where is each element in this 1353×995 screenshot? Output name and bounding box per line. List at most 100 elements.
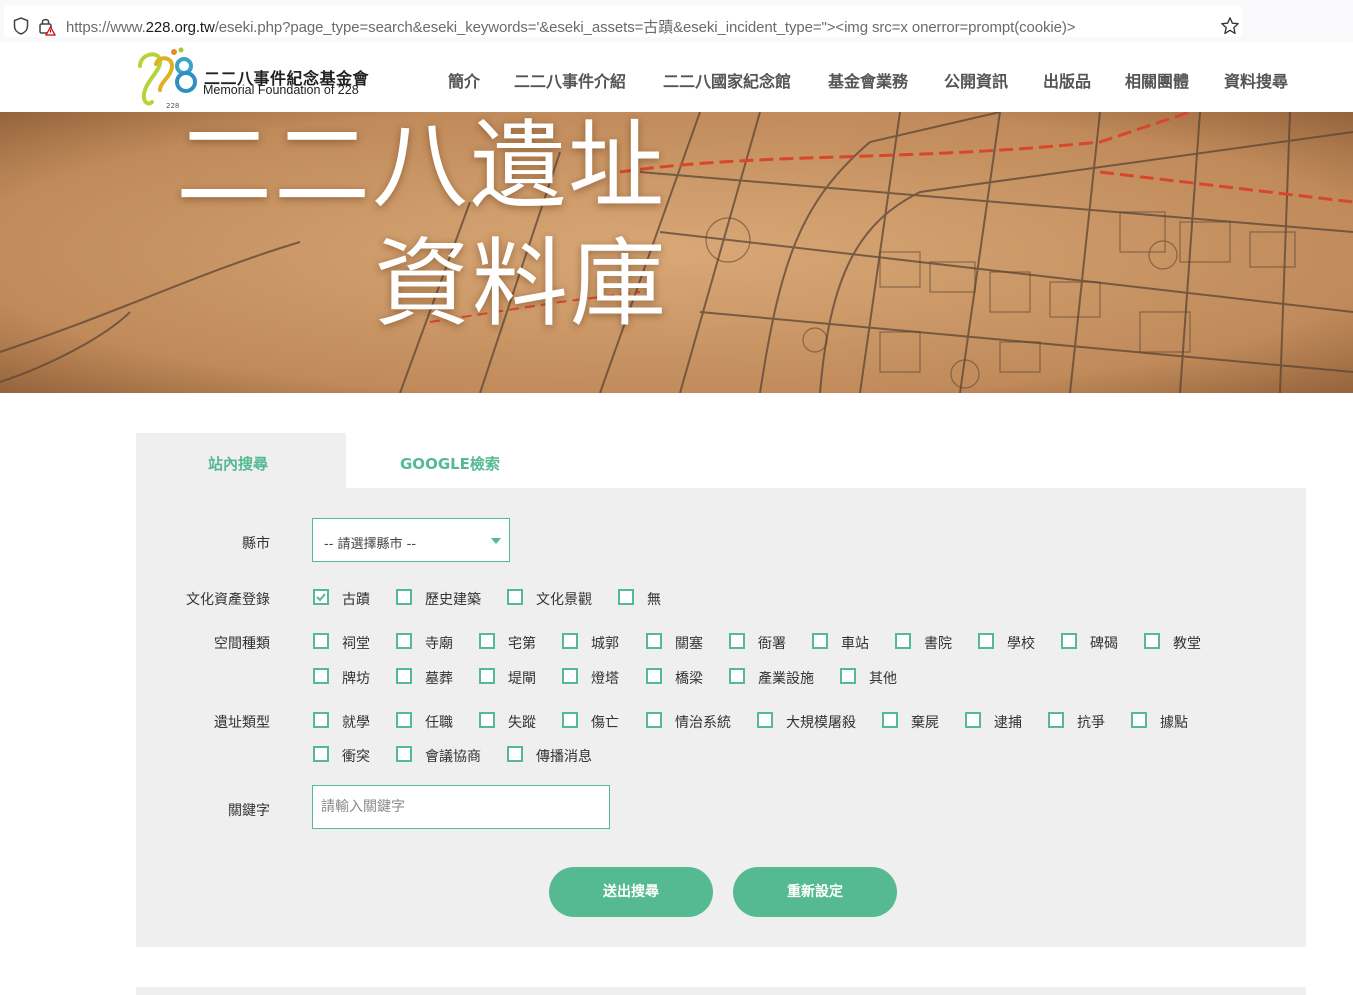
- checkbox-label: 宅第: [508, 636, 536, 652]
- checkbox-label: 燈塔: [591, 671, 619, 687]
- banner-title-line1: 二二八遺址: [176, 110, 666, 222]
- checkbox-label: 衝突: [342, 749, 370, 765]
- checkbox-site-11[interactable]: [396, 746, 412, 762]
- checkbox-space-5[interactable]: [729, 633, 745, 649]
- checkbox-space-8[interactable]: [978, 633, 994, 649]
- checkbox-space-2[interactable]: [479, 633, 495, 649]
- checkbox-label: 就學: [342, 715, 370, 731]
- checkbox-label: 車站: [841, 636, 869, 652]
- checkbox-label: 墓葬: [425, 671, 453, 687]
- checkbox-site-12[interactable]: [507, 746, 523, 762]
- checkbox-label: 抗爭: [1077, 715, 1105, 731]
- nav-related-groups[interactable]: 相關團體: [1125, 68, 1189, 92]
- checkbox-space-14[interactable]: [562, 668, 578, 684]
- city-label: 縣市: [242, 536, 270, 552]
- checkbox-site-1[interactable]: [396, 712, 412, 728]
- chevron-down-icon: [491, 538, 501, 544]
- checkbox-site-5[interactable]: [757, 712, 773, 728]
- checkbox-space-3[interactable]: [562, 633, 578, 649]
- reset-button[interactable]: 重新設定: [733, 867, 897, 917]
- checkbox-space-12[interactable]: [396, 668, 412, 684]
- lock-warning-icon[interactable]: [38, 16, 56, 36]
- checkbox-space-11[interactable]: [313, 668, 329, 684]
- checkbox-label: 學校: [1007, 636, 1035, 652]
- checkbox-label: 古蹟: [342, 592, 370, 608]
- checkbox-site-10[interactable]: [313, 746, 329, 762]
- url-text: https://www.228.org.tw/eseki.php?page_ty…: [66, 19, 1076, 36]
- checkbox-space-6[interactable]: [812, 633, 828, 649]
- checkbox-space-4[interactable]: [646, 633, 662, 649]
- checkbox-label: 文化景觀: [536, 592, 592, 608]
- checkbox-space-1[interactable]: [396, 633, 412, 649]
- checkbox-label: 逮捕: [994, 715, 1022, 731]
- logo-number: 228: [166, 102, 179, 110]
- nav-data-search[interactable]: 資料搜尋: [1224, 68, 1288, 92]
- checkbox-label: 碑碣: [1090, 636, 1118, 652]
- checkbox-site-6[interactable]: [882, 712, 898, 728]
- checkbox-label: 關塞: [675, 636, 703, 652]
- checkbox-label: 橋梁: [675, 671, 703, 687]
- checkbox-space-7[interactable]: [895, 633, 911, 649]
- banner-title-line2: 資料庫: [374, 228, 668, 340]
- checkbox-site-9[interactable]: [1131, 712, 1147, 728]
- nav-public-info[interactable]: 公開資訊: [944, 68, 1008, 92]
- nav-intro[interactable]: 簡介: [448, 68, 480, 92]
- checkbox-label: 堤閘: [508, 671, 536, 687]
- submit-search-button[interactable]: 送出搜尋: [549, 867, 713, 917]
- city-select[interactable]: -- 請選擇縣市 --: [312, 518, 510, 562]
- nav-foundation-business[interactable]: 基金會業務: [828, 68, 908, 92]
- checkbox-label: 歷史建築: [425, 592, 481, 608]
- tab-site-search-label[interactable]: 站內搜尋: [208, 453, 268, 474]
- assets-label: 文化資產登錄: [186, 592, 270, 608]
- address-bar[interactable]: https://www.228.org.tw/eseki.php?page_ty…: [4, 5, 1242, 37]
- org-name-en: Memorial Foundation of 228: [203, 83, 359, 97]
- checkbox-label: 書院: [924, 636, 952, 652]
- checkbox-label: 牌坊: [342, 671, 370, 687]
- space-label: 空間種類: [214, 636, 270, 652]
- tab-google-search[interactable]: GOOGLE檢索: [400, 453, 500, 474]
- checkbox-assets-1[interactable]: [396, 589, 412, 605]
- checkbox-label: 任職: [425, 715, 453, 731]
- checkbox-label: 衙署: [758, 636, 786, 652]
- checkbox-label: 產業設施: [758, 671, 814, 687]
- checkbox-label: 據點: [1160, 715, 1188, 731]
- checkbox-site-2[interactable]: [479, 712, 495, 728]
- checkbox-label: 傳播消息: [536, 749, 592, 765]
- checkbox-label: 其他: [869, 671, 897, 687]
- nav-publications[interactable]: 出版品: [1043, 68, 1091, 92]
- checkbox-site-4[interactable]: [646, 712, 662, 728]
- checkbox-space-16[interactable]: [729, 668, 745, 684]
- browser-toolbar: https://www.228.org.tw/eseki.php?page_ty…: [0, 0, 1353, 43]
- checkbox-assets-2[interactable]: [507, 589, 523, 605]
- checkbox-label: 情治系統: [675, 715, 731, 731]
- checkbox-site-8[interactable]: [1048, 712, 1064, 728]
- checkbox-label: 棄屍: [911, 715, 939, 731]
- checkbox-space-10[interactable]: [1144, 633, 1160, 649]
- checkbox-site-0[interactable]: [313, 712, 329, 728]
- checkbox-label: 大規模屠殺: [786, 715, 856, 731]
- site-label: 遺址類型: [214, 715, 270, 731]
- checkbox-space-17[interactable]: [840, 668, 856, 684]
- checkbox-label: 教堂: [1173, 636, 1201, 652]
- nav-228-incident[interactable]: 二二八事件介紹: [514, 68, 626, 92]
- checkbox-assets-3[interactable]: [618, 589, 634, 605]
- nav-memorial-museum[interactable]: 二二八國家紀念館: [663, 68, 791, 92]
- checkbox-label: 城郭: [591, 636, 619, 652]
- checkbox-space-13[interactable]: [479, 668, 495, 684]
- checkbox-label: 寺廟: [425, 636, 453, 652]
- checkbox-label: 傷亡: [591, 715, 619, 731]
- checkbox-space-9[interactable]: [1061, 633, 1077, 649]
- checkbox-space-15[interactable]: [646, 668, 662, 684]
- checkbox-assets-0[interactable]: [313, 589, 329, 605]
- city-select-value: -- 請選擇縣市 --: [324, 537, 417, 552]
- checkbox-label: 無: [647, 592, 661, 608]
- checkbox-label: 祠堂: [342, 636, 370, 652]
- foundation-logo[interactable]: 228: [136, 44, 206, 110]
- bookmark-star-icon[interactable]: [1220, 16, 1240, 36]
- checkbox-site-7[interactable]: [965, 712, 981, 728]
- checkbox-label: 會議協商: [425, 749, 481, 765]
- keyword-input[interactable]: [312, 785, 610, 829]
- checkbox-site-3[interactable]: [562, 712, 578, 728]
- shield-icon[interactable]: [13, 17, 29, 35]
- checkbox-space-0[interactable]: [313, 633, 329, 649]
